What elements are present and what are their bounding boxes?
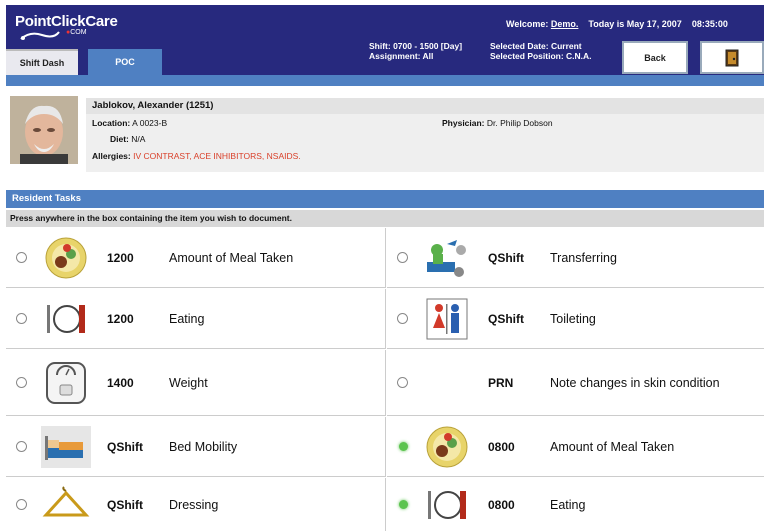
transfer-icon [420,234,474,282]
shift-line: Shift: 0700 - 1500 [Day] [369,41,463,51]
completed-indicator [399,500,408,509]
task-cell[interactable]: 0800 Eating [387,478,764,531]
welcome-bar: Welcome: Demo. Today is May 17, 2007 08:… [506,19,728,29]
task-frequency: QShift [107,497,143,512]
task-cell[interactable]: 1200 Eating [6,289,386,349]
meal-plate-icon [420,423,474,471]
resident-details: Location: A 0023-B Diet: N/A Allergies: … [86,114,764,172]
task-frequency: 1200 [107,250,134,265]
tab-poc[interactable]: POC [88,49,162,75]
app-logo: PointClickCare [15,13,118,30]
task-radio[interactable] [397,377,408,388]
tasks-instruction: Press anywhere in the box containing the… [6,210,764,227]
utensils-icon [420,481,474,529]
user-link[interactable]: Demo. [551,19,579,29]
welcome-label: Welcome: [506,19,549,29]
resident-panel: Jablokov, Alexander (1251) Location: A 0… [6,92,764,182]
task-cell[interactable]: 1400 Weight [6,350,386,416]
task-cell[interactable]: 1200 Amount of Meal Taken [6,228,386,288]
task-radio[interactable] [397,313,408,324]
hanger-icon [39,481,93,529]
task-cell[interactable]: 0800 Amount of Meal Taken [387,417,764,477]
task-cell[interactable]: QShift Transferring [387,228,764,288]
completed-indicator [399,442,408,451]
selected-date: Selected Date: Current [490,41,582,51]
selection-info: Selected Date: Current Selected Position… [490,41,592,61]
task-radio[interactable] [16,377,27,388]
task-radio[interactable] [16,441,27,452]
task-label: Toileting [550,311,596,326]
shift-info: Shift: 0700 - 1500 [Day] Assignment: All [369,41,462,61]
task-frequency: 0800 [488,497,515,512]
task-frequency: QShift [488,311,524,326]
task-label: Eating [550,497,586,512]
task-grid: 1200 Amount of Meal Taken QShift Transfe… [6,228,764,531]
resident-tasks-title: Resident Tasks [6,190,764,208]
task-radio[interactable] [16,252,27,263]
diet-value: N/A [131,134,146,144]
task-frequency: 1200 [107,311,134,326]
task-label: Transferring [550,250,617,265]
task-label: Dressing [169,497,219,512]
header-strip [6,75,764,86]
today-date: Today is May 17, 2007 [588,19,682,29]
task-frequency: QShift [107,439,143,454]
physician-value: Dr. Philip Dobson [486,118,553,128]
exit-button[interactable] [700,41,764,74]
task-radio[interactable] [16,313,27,324]
task-radio[interactable] [397,252,408,263]
selected-position: Selected Position: C.N.A. [490,51,592,61]
restroom-icon [420,295,474,343]
task-frequency: QShift [488,250,524,265]
resident-photo-image [10,96,78,164]
app-header: PointClickCare ●COM Shift Dash POC Welco… [6,5,764,75]
allergies-value: IV CONTRAST, ACE INHIBITORS, NSAIDS. [133,151,301,161]
task-frequency: 1400 [107,375,134,390]
task-cell[interactable]: PRN Note changes in skin condition [387,350,764,416]
task-cell[interactable]: QShift Dressing [6,478,386,531]
physician-label: Physician: [442,118,485,128]
current-time: 08:35:00 [691,19,728,29]
task-radio[interactable] [16,499,27,510]
task-label: Note changes in skin condition [550,375,720,390]
location-label: Location: [92,118,131,128]
allergies-label: Allergies: [92,151,131,161]
task-label: Bed Mobility [169,439,238,454]
utensils-icon [39,295,93,343]
meal-plate-icon [39,234,93,282]
resident-name: Jablokov, Alexander (1251) [86,98,764,114]
task-label: Eating [169,311,205,326]
scale-icon [39,359,93,407]
logo-swoosh-icon [20,31,60,40]
diet-label: Diet: [110,134,129,144]
bed-icon [39,423,93,471]
back-button[interactable]: Back [622,41,688,74]
task-frequency: 0800 [488,439,515,454]
task-label: Amount of Meal Taken [169,250,294,265]
no-icon [420,359,474,407]
resident-photo [10,96,78,164]
tab-shift-dash[interactable]: Shift Dash [6,49,78,75]
task-label: Amount of Meal Taken [550,439,675,454]
assignment-line: Assignment: All [369,51,434,61]
task-cell[interactable]: QShift Toileting [387,289,764,349]
location-value: A 0023-B [132,118,168,128]
logo-sub: COM [70,29,87,36]
task-frequency: PRN [488,375,514,390]
task-cell[interactable]: QShift Bed Mobility [6,417,386,477]
door-exit-icon [725,49,739,66]
task-label: Weight [169,375,208,390]
